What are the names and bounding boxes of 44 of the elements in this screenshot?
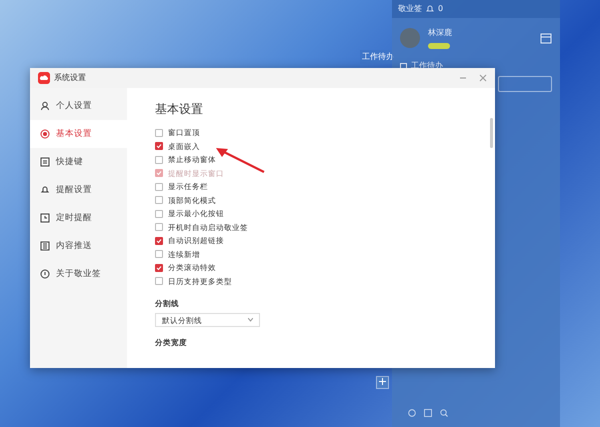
input-field[interactable] xyxy=(498,76,552,92)
bell-count: 0 xyxy=(438,3,444,15)
sidebar-item[interactable]: 关于敬业签 xyxy=(30,260,127,288)
close-icon[interactable] xyxy=(479,74,487,82)
checkbox[interactable] xyxy=(155,142,163,150)
sidebar-icon xyxy=(40,101,50,111)
side-tab[interactable]: 工作待办 xyxy=(360,50,394,64)
checkbox[interactable] xyxy=(155,156,163,164)
user-name: 林深鹿 xyxy=(428,27,452,39)
sidebar-icon xyxy=(40,129,50,139)
sidebar-item[interactable]: 内容推送 xyxy=(30,232,127,260)
sidebar-icon xyxy=(40,157,50,167)
panel-title: 敬业签 xyxy=(398,3,422,15)
calendar-icon[interactable] xyxy=(540,32,552,44)
checkbox[interactable] xyxy=(155,264,163,272)
clock-icon[interactable] xyxy=(408,409,416,417)
sidebar-icon xyxy=(40,185,50,195)
sidebar-item[interactable]: 提醒设置 xyxy=(30,176,127,204)
checkbox[interactable] xyxy=(155,210,163,218)
level-badge xyxy=(428,43,450,49)
checkbox[interactable] xyxy=(155,128,163,137)
sidebar-item[interactable]: 快捷键 xyxy=(30,148,127,176)
checkbox[interactable] xyxy=(155,236,163,245)
section-heading: 基本设置 xyxy=(155,101,204,118)
window-title: 系统设置 xyxy=(54,72,86,84)
checkbox[interactable] xyxy=(155,223,163,232)
sidebar-item[interactable]: 基本设置 xyxy=(30,120,127,148)
search-icon[interactable] xyxy=(440,409,448,417)
checkbox[interactable] xyxy=(155,196,163,204)
checkbox[interactable] xyxy=(155,277,163,286)
sidebar-item[interactable]: 定时提醒 xyxy=(30,204,127,232)
scrollbar[interactable] xyxy=(490,118,493,148)
cloud-logo-icon xyxy=(38,72,50,84)
sidebar-item[interactable]: 个人设置 xyxy=(30,92,127,120)
checkbox[interactable] xyxy=(155,250,163,258)
sidebar-icon xyxy=(40,269,50,279)
note-icon[interactable] xyxy=(424,409,432,417)
sidebar-icon xyxy=(40,213,50,223)
add-icon[interactable] xyxy=(376,376,389,389)
chevron-down-icon xyxy=(248,318,253,322)
sidebar-icon xyxy=(40,241,50,251)
checkbox[interactable] xyxy=(155,182,163,191)
bell-icon xyxy=(426,5,434,13)
note-icon xyxy=(400,62,407,70)
